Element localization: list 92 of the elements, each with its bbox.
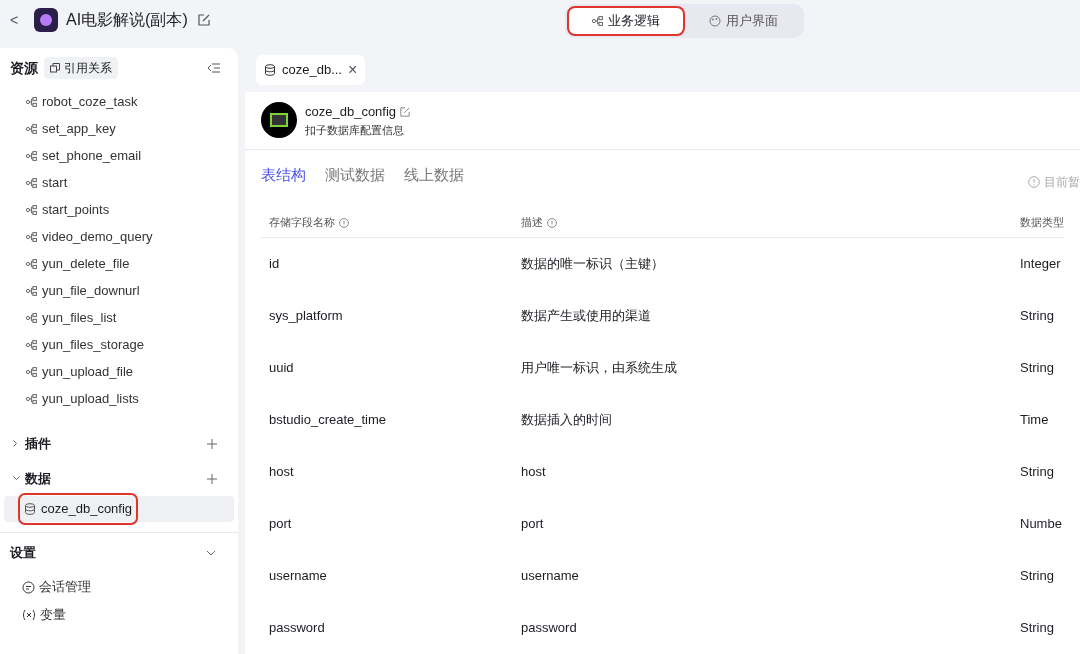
app-logo-icon [34,8,58,32]
column-header: 描述 [521,215,543,231]
edit-icon[interactable] [197,14,210,26]
variable-icon [22,609,36,621]
reference-button[interactable]: 引用关系 [44,57,118,79]
table-cell-text: String [1020,463,1055,482]
table-cell-text: 用户唯一标识，由系统生成 [521,359,678,378]
workflow-item[interactable]: set_phone_email [42,145,142,166]
table-cell-text: host [521,463,547,482]
mode-tab[interactable]: 业务逻辑 [569,8,683,34]
table-cell-text: port [521,515,545,534]
database-icon [264,64,276,76]
workflow-item[interactable]: yun_upload_lists [42,388,139,409]
editor-tab-label: coze_db... [282,61,342,80]
table-cell-text: password [521,619,578,638]
table-cell-text: String [1020,307,1055,326]
close-button[interactable]: × [348,58,358,82]
table-cell-text: id [269,255,281,274]
info-icon [547,217,557,228]
table-cell-text: username [269,567,328,586]
table-cell-text: sys_platform [269,307,344,326]
workflow-icon [591,16,603,26]
copy-icon [50,63,60,73]
workflow-icon [26,285,37,296]
workflow-item[interactable]: start [42,172,68,193]
table-cell-text: 数据插入的时间 [521,411,613,430]
chat-icon [22,580,35,594]
database-icon [24,503,36,515]
workflow-icon [26,177,37,188]
notice-text: 目前暂 [1044,174,1080,191]
table-cell-text: Time [1020,411,1050,430]
table-tab[interactable]: 测试数据 [325,163,385,187]
edit-icon[interactable] [400,107,411,118]
workflow-icon [26,366,37,377]
table-cell-text: port [269,515,293,534]
table-cell-text: username [521,567,580,586]
add-icon[interactable] [207,438,217,449]
info-icon [1028,176,1040,188]
table-cell-text: uuid [269,359,295,378]
table-cell-text: String [1020,359,1055,378]
table-cell-text: password [269,619,326,638]
sidebar-group-title[interactable]: 插件 [25,433,51,454]
database-description: 扣子数据库配置信息 [305,122,405,138]
workflow-icon [26,339,37,350]
workflow-icon [26,393,37,404]
workflow-icon [26,96,37,107]
collapse-icon[interactable] [208,63,220,73]
table-cell-text: String [1020,619,1055,638]
table-cell-text: Integer [1020,255,1062,274]
editor-tab[interactable]: coze_db... × [256,55,366,85]
chevron-icon[interactable] [13,476,19,481]
table-cell-text: String [1020,567,1055,586]
settings-item[interactable]: 会话管理 [39,577,91,597]
workflow-icon [26,258,37,269]
workflow-item[interactable]: set_app_key [42,118,116,139]
mode-tab[interactable]: 用户界面 [686,8,800,34]
data-item-label: coze_db_config [41,500,133,519]
back-button[interactable]: < [10,9,20,31]
workflow-icon [26,123,37,134]
settings-section-title[interactable]: 设置 [10,543,36,563]
table-cell-text: bstudio_create_time [269,411,388,430]
table-cell-text: Numbe [1020,515,1063,534]
settings-item[interactable]: 变量 [40,605,66,625]
sidebar-group-title[interactable]: 数据 [25,468,51,489]
workflow-item[interactable]: start_points [42,199,110,220]
table-cell-text: 数据的唯一标识（主键） [521,255,665,274]
workflow-item[interactable]: video_demo_query [42,226,153,247]
table-tab[interactable]: 表结构 [261,163,306,187]
app-title: AI电影解说(副本) [66,10,188,30]
workflow-item[interactable]: yun_files_storage [42,334,144,355]
workflow-item[interactable]: yun_files_list [42,307,117,328]
workflow-item[interactable]: yun_file_downurl [42,280,140,301]
column-header: 数据类型 [1020,215,1064,231]
workflow-icon [26,312,37,323]
workflow-item[interactable]: yun_delete_file [42,253,130,274]
workflow-item[interactable]: yun_upload_file [42,361,134,382]
data-item[interactable]: coze_db_config [4,496,234,522]
chevron-icon[interactable] [13,440,19,447]
chevron-down-icon[interactable] [206,550,216,556]
workflow-item[interactable]: robot_coze_task [42,91,138,112]
database-name: coze_db_config [305,103,397,122]
table-cell-text: 数据产生或使用的渠道 [521,307,652,326]
add-icon[interactable] [207,473,217,484]
table-cell-text: host [269,463,295,482]
sidebar-title: 资源 [10,58,38,78]
info-icon [339,217,349,228]
workflow-icon [26,150,37,161]
column-header: 存储字段名称 [269,215,335,231]
database-avatar-icon [261,102,297,139]
workflow-icon [26,231,37,242]
workflow-icon [26,204,37,215]
table-tab[interactable]: 线上数据 [404,163,464,187]
